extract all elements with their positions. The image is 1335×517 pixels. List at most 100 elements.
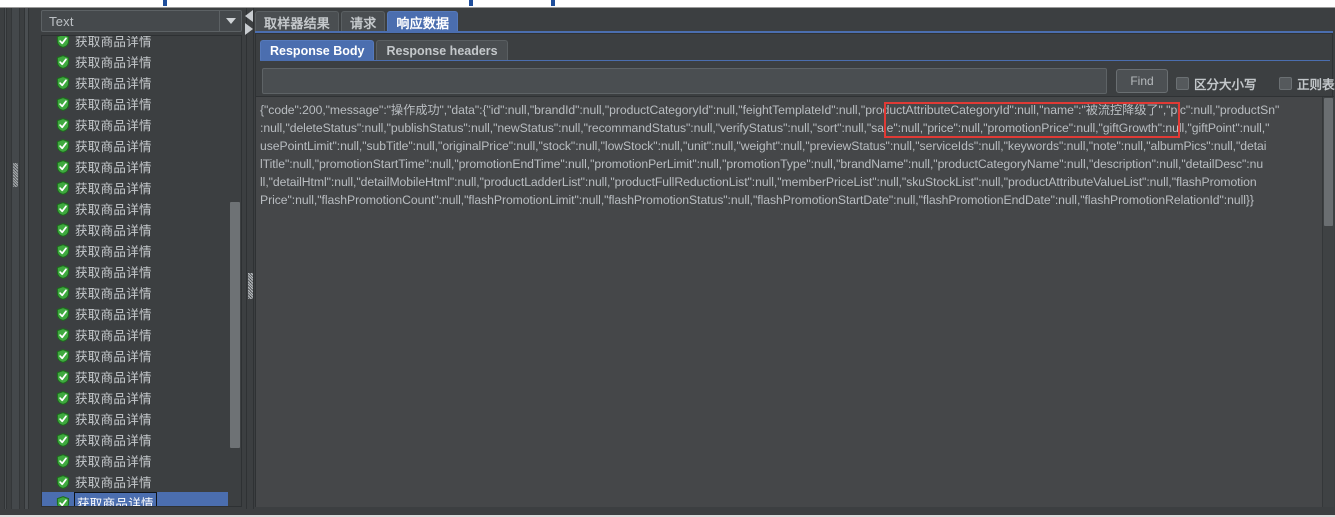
response-scrollbar-thumb[interactable] (1324, 98, 1333, 226)
tree-item-sampler-result[interactable]: 获取商品详情 (42, 51, 228, 72)
response-body-line: ll,"detailHtml":null,"detailMobileHtml":… (260, 175, 1257, 189)
tree-item-label: 获取商品详情 (75, 139, 152, 154)
green-shield-check-icon (56, 369, 70, 384)
tree-item-sampler-result[interactable]: 获取商品详情 (42, 471, 228, 492)
tree-item-sampler-result[interactable]: 获取商品详情 (42, 408, 228, 429)
tree-item-label: 获取商品详情 (75, 370, 152, 385)
render-type-combo-arrow-button[interactable] (219, 11, 241, 31)
tree-item-sampler-result[interactable]: 获取商品详情 (42, 261, 228, 282)
tree-item-label: 获取商品详情 (75, 223, 152, 238)
tree-item-sampler-result[interactable]: 获取商品详情 (42, 72, 228, 93)
tree-item-label: 获取商品详情 (75, 76, 152, 91)
response-sub-tabs[interactable]: Response Body Response headers (260, 39, 510, 61)
response-sub-tabs-underline (260, 60, 1330, 61)
checkbox-box-icon[interactable] (1176, 77, 1189, 90)
tree-item-sampler-result[interactable]: 获取商品详情 (42, 219, 228, 240)
green-shield-check-icon (56, 117, 70, 132)
green-shield-check-icon (56, 432, 70, 447)
regex-checkbox[interactable]: 正则表达式 (1279, 74, 1335, 93)
tree-item-sampler-result[interactable]: 获取商品详情 (42, 135, 228, 156)
case-sensitive-checkbox[interactable]: 区分大小写 (1176, 74, 1257, 93)
sampler-result-tree[interactable]: 获取商品详情 获取商品详情 获取商品详情 获取商品详情 获取商品详情 获取商品详… (41, 35, 242, 507)
tree-scrollbar-thumb[interactable] (230, 202, 240, 448)
tree-item-label: 获取商品详情 (75, 349, 152, 364)
tree-item-sampler-result[interactable]: 获取商品详情 (42, 324, 228, 345)
tree-item-label: 获取商品详情 (75, 307, 152, 322)
tree-item-label: 获取商品详情 (74, 492, 157, 506)
tree-item-sampler-result[interactable]: 获取商品详情 (42, 387, 228, 408)
green-shield-check-icon (56, 411, 70, 426)
tree-item-sampler-result[interactable]: 获取商品详情 (42, 198, 228, 219)
collapse-left-arrow-icon[interactable] (245, 10, 253, 22)
green-shield-check-icon (56, 495, 70, 506)
tree-scrollbar-track[interactable] (228, 36, 241, 506)
green-shield-check-icon (56, 75, 70, 90)
pane-splitter-grip-left[interactable] (13, 163, 18, 187)
tree-item-sampler-result[interactable]: 获取商品详情 (42, 93, 228, 114)
tree-item-sampler-result[interactable]: 获取商品详情 (42, 114, 228, 135)
find-input[interactable] (262, 68, 1107, 94)
tree-item-label: 获取商品详情 (75, 412, 152, 427)
green-shield-check-icon (56, 54, 70, 69)
tree-item-label: 获取商品详情 (75, 97, 152, 112)
green-shield-check-icon (56, 327, 70, 342)
green-shield-check-icon (56, 348, 70, 363)
tree-item-sampler-result[interactable]: 获取商品详情 (42, 303, 228, 324)
results-tree-pane: Text 获取商品详情 获取商品详情 获取商品详情 获取商品详情 获取商品详情 … (0, 8, 247, 509)
tree-item-label: 获取商品详情 (75, 265, 152, 280)
response-sub-tab[interactable]: Response Body (260, 40, 375, 61)
tree-item-label: 获取商品详情 (75, 35, 152, 49)
tree-item-label: 获取商品详情 (75, 391, 152, 406)
result-tab-active[interactable]: 响应数据 (387, 11, 459, 32)
tree-item-label: 获取商品详情 (75, 454, 152, 469)
green-shield-check-icon (56, 390, 70, 405)
tree-item-sampler-result[interactable]: 获取商品详情 (42, 156, 228, 177)
tree-item-sampler-result[interactable]: 获取商品详情 (42, 345, 228, 366)
green-shield-check-icon (56, 222, 70, 237)
response-scrollbar-track[interactable] (1322, 97, 1334, 507)
render-type-combo[interactable]: Text (41, 10, 242, 32)
jmeter-view-results-tree-window: Text 获取商品详情 获取商品详情 获取商品详情 获取商品详情 获取商品详情 … (0, 0, 1335, 517)
tree-item-sampler-result[interactable]: 获取商品详情 (42, 429, 228, 450)
tree-item-sampler-result[interactable]: 获取商品详情 (42, 450, 228, 471)
pane-rail-middle[interactable] (11, 8, 20, 509)
checkbox-box-icon[interactable] (1279, 77, 1292, 90)
response-body-viewer[interactable]: {"code":200,"message":"操作成功","data":{"id… (256, 96, 1334, 507)
response-detail-pane: 取样器结果 请求 响应数据 Response Body Response header… (255, 8, 1335, 509)
collapse-right-arrow-icon[interactable] (245, 23, 253, 35)
green-shield-check-icon (56, 474, 70, 489)
response-data-panel: Response Body Response headers Find 区分大小写… (255, 33, 1335, 507)
tree-item-sampler-result[interactable]: 获取商品详情 (42, 492, 228, 506)
tree-item-sampler-result[interactable]: 获取商品详情 (42, 282, 228, 303)
response-body-line: {"code":200,"message":"操作成功","data":{"id… (260, 103, 1280, 117)
tree-item-label: 获取商品详情 (75, 286, 152, 301)
regex-label: 正则表达式 (1297, 77, 1335, 92)
green-shield-check-icon (56, 201, 70, 216)
tree-item-sampler-result[interactable]: 获取商品详情 (42, 35, 228, 51)
tree-item-sampler-result[interactable]: 获取商品详情 (42, 366, 228, 387)
result-tab-inactive[interactable]: 取样器结果 (255, 11, 340, 32)
response-body-line: usePointLimit":null,"subTitle":null,"ori… (260, 139, 1267, 153)
response-body-text: {"code":200,"message":"操作成功","data":{"id… (260, 101, 1316, 209)
result-tab-inactive[interactable]: 请求 (341, 11, 386, 32)
main-vertical-splitter[interactable] (246, 8, 254, 509)
render-type-combo-value: Text (49, 13, 74, 29)
tree-item-label: 获取商品详情 (75, 202, 152, 217)
pane-rail-inner (24, 8, 29, 509)
tree-item-label: 获取商品详情 (75, 160, 152, 175)
tree-item-label: 获取商品详情 (75, 244, 152, 259)
result-tabs[interactable]: 取样器结果 请求 响应数据 (255, 10, 460, 32)
window-body: Text 获取商品详情 获取商品详情 获取商品详情 获取商品详情 获取商品详情 … (0, 8, 1335, 517)
find-bar: Find 区分大小写 正则表达式 (262, 66, 1335, 96)
green-shield-check-icon (56, 180, 70, 195)
find-button[interactable]: Find (1116, 69, 1168, 93)
tree-item-label: 获取商品详情 (75, 55, 152, 70)
sampler-result-tree-list: 获取商品详情 获取商品详情 获取商品详情 获取商品详情 获取商品详情 获取商品详… (42, 35, 228, 506)
tree-item-sampler-result[interactable]: 获取商品详情 (42, 177, 228, 198)
top-tick-mark (551, 0, 555, 6)
response-sub-tab[interactable]: Response headers (376, 40, 508, 61)
tree-item-label: 获取商品详情 (75, 118, 152, 133)
top-tick-mark (163, 0, 167, 6)
main-vertical-splitter-grip[interactable] (248, 273, 253, 299)
tree-item-sampler-result[interactable]: 获取商品详情 (42, 240, 228, 261)
